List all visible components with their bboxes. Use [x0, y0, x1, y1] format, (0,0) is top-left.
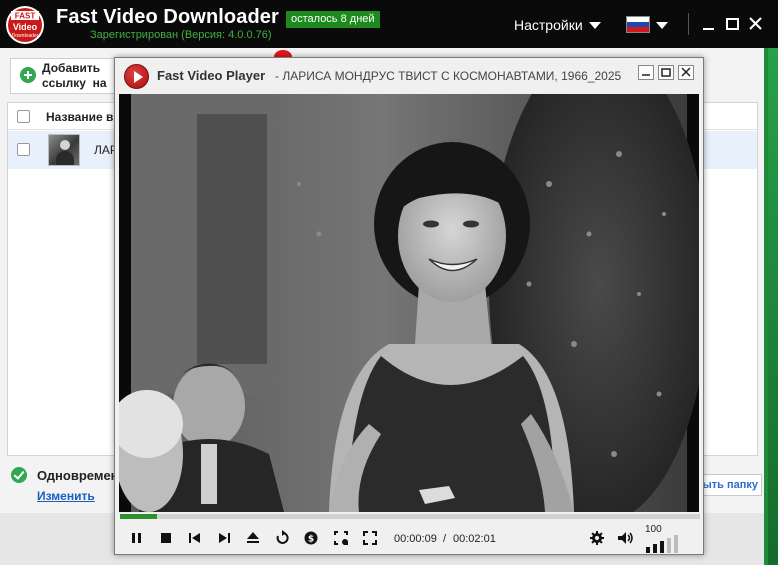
check-circle-icon: [11, 467, 27, 483]
trial-days-badge: осталось 8 дней: [286, 11, 380, 28]
eject-icon[interactable]: [243, 528, 263, 548]
previous-icon[interactable]: [185, 528, 205, 548]
next-icon[interactable]: [214, 528, 234, 548]
player-video-title: - ЛАРИСА МОНДРУС ТВИСТ С КОСМОНАВТАМИ, 1…: [275, 69, 622, 83]
current-time: 00:00:09: [394, 533, 437, 545]
settings-chevron-down-icon[interactable]: [589, 22, 601, 29]
svg-text:Video: Video: [13, 22, 38, 32]
player-maximize-icon[interactable]: [658, 65, 674, 80]
stop-icon[interactable]: [156, 528, 176, 548]
maximize-icon[interactable]: [723, 14, 743, 34]
volume-bar: [667, 538, 671, 553]
settings-icon[interactable]: [587, 528, 607, 548]
titlebar-divider: [688, 13, 689, 35]
player-minimize-icon[interactable]: [638, 65, 654, 80]
player-controls: $ 00:00:09 / 00:02:01 100: [115, 520, 703, 554]
add-link-label-line1: Добавить: [42, 61, 101, 75]
volume-bar: [646, 547, 650, 553]
svg-text:FAST: FAST: [15, 12, 36, 21]
total-time: 00:02:01: [453, 533, 496, 545]
simultaneous-downloads-label: Одновремен: [37, 468, 119, 483]
svg-text:Downloader: Downloader: [12, 33, 39, 39]
player-titlebar[interactable]: Fast Video Player - ЛАРИСА МОНДРУС ТВИСТ…: [115, 58, 703, 94]
repeat-icon[interactable]: [272, 528, 292, 548]
video-frame[interactable]: [119, 94, 699, 512]
svg-text:$: $: [308, 535, 314, 545]
app-logo: FAST Video Downloader: [5, 5, 45, 45]
seek-bar-fill: [120, 514, 157, 519]
app-title: Fast Video Downloader: [56, 6, 279, 28]
plus-icon: [20, 67, 36, 83]
select-all-checkbox[interactable]: [17, 110, 30, 123]
speed-icon[interactable]: $: [301, 528, 321, 548]
player-logo-icon: [124, 64, 149, 89]
app-titlebar: FAST Video Downloader Fast Video Downloa…: [0, 0, 778, 48]
row-checkbox[interactable]: [17, 143, 30, 156]
open-folder-button[interactable]: ыть папку: [700, 474, 762, 496]
video-thumbnail: [48, 134, 80, 166]
settings-menu[interactable]: Настройки: [514, 17, 583, 33]
video-player-window: Fast Video Player - ЛАРИСА МОНДРУС ТВИСТ…: [114, 57, 704, 555]
desktop-background-edge: [764, 48, 778, 565]
column-header-name[interactable]: Название ви: [46, 110, 121, 124]
crop-icon[interactable]: [331, 528, 351, 548]
volume-bar: [653, 544, 657, 553]
speaker-icon[interactable]: [615, 528, 635, 548]
language-chevron-down-icon[interactable]: [656, 22, 668, 29]
russia-flag-icon[interactable]: [626, 16, 650, 33]
add-link-label-line2: ссылку на: [42, 76, 107, 90]
add-link-button[interactable]: Добавить ссылку на: [10, 58, 122, 94]
registration-status: Зарегистрирован (Версия: 4.0.0.76): [90, 29, 272, 41]
seek-bar[interactable]: [120, 514, 700, 519]
close-icon[interactable]: [746, 14, 766, 34]
minimize-icon[interactable]: [699, 14, 719, 34]
player-name: Fast Video Player: [157, 68, 266, 83]
volume-bar: [660, 541, 664, 553]
volume-level: 100: [645, 524, 662, 535]
volume-bar: [674, 535, 678, 553]
pause-icon[interactable]: [127, 528, 147, 548]
fullscreen-icon[interactable]: [360, 528, 380, 548]
change-link[interactable]: Изменить: [37, 489, 95, 503]
add-link-label: Добавить ссылку на: [42, 61, 107, 91]
player-close-icon[interactable]: [678, 65, 694, 80]
time-separator: /: [443, 533, 447, 545]
volume-slider[interactable]: [646, 535, 686, 553]
